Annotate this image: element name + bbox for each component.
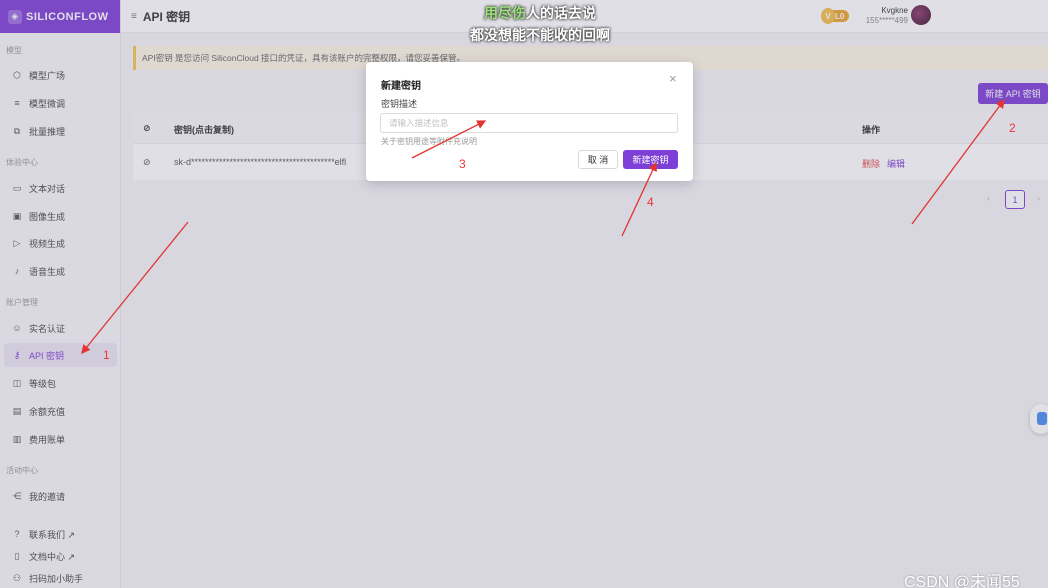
annotation-1: 1 (103, 348, 110, 362)
cancel-button[interactable]: 取 消 (578, 150, 618, 169)
description-label: 密钥描述 (381, 99, 418, 109)
annotation-4: 4 (647, 195, 654, 209)
watermark: CSDN @未闻55 (904, 574, 1020, 588)
new-key-dialog: 新建密钥 × 密钥描述 关于密钥用途等附件充说明 取 消 新建密钥 (366, 62, 693, 181)
close-icon[interactable]: × (669, 71, 677, 86)
caption-highlight: 用尽伤 (484, 5, 526, 21)
caption-line-1: 用尽伤人的话去说 (420, 3, 660, 23)
annotation-3: 3 (459, 157, 466, 171)
annotation-2: 2 (1009, 121, 1016, 135)
caption-rest: 人的话去说 (526, 5, 596, 21)
caption-line-2: 都没想能不能收的回啊 (470, 27, 610, 43)
create-key-button[interactable]: 新建密钥 (623, 150, 678, 169)
description-hint: 关于密钥用途等附件充说明 (381, 137, 477, 146)
description-input[interactable] (380, 113, 678, 133)
dialog-title: 新建密钥 (381, 81, 421, 92)
